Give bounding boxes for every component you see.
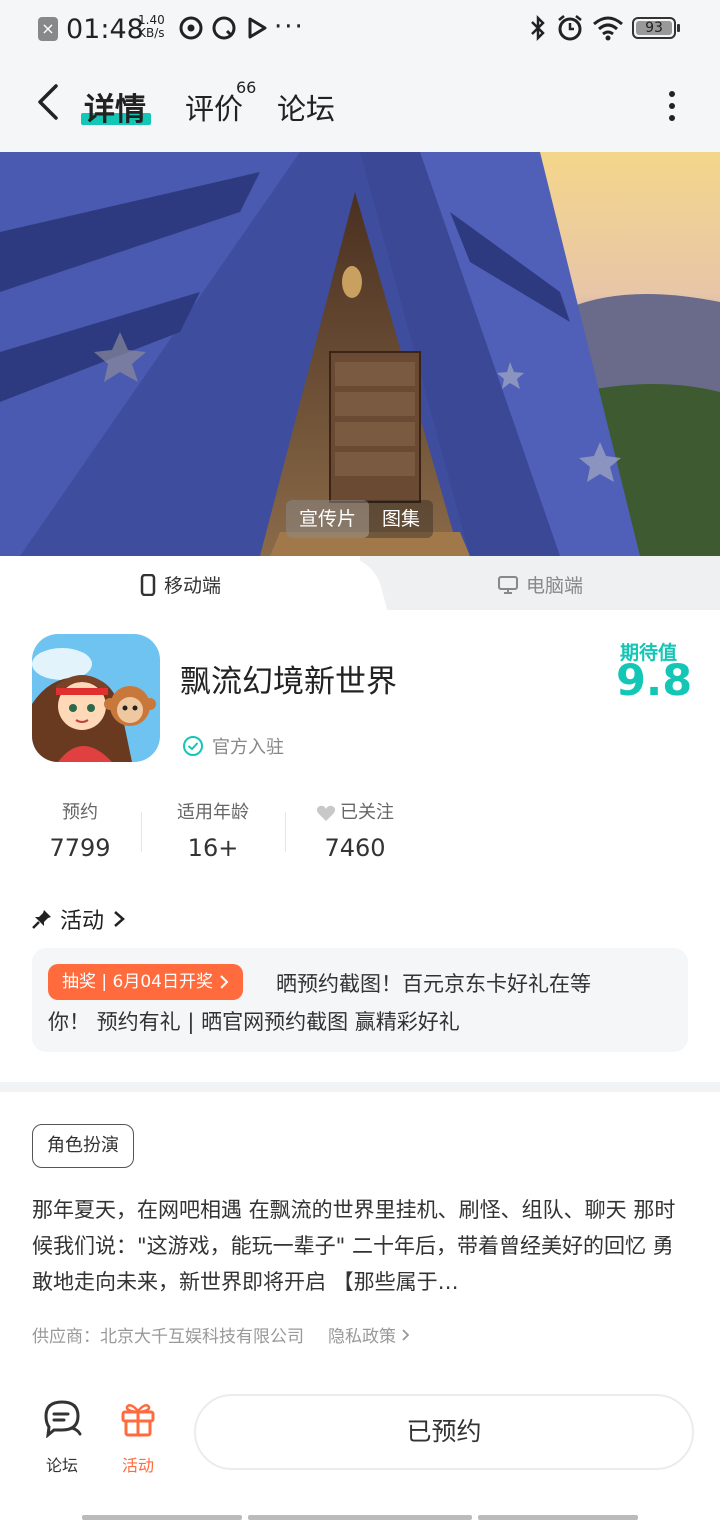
stat-reservations-value: 7799 <box>49 834 111 862</box>
activity-heading: 活动 <box>60 909 105 934</box>
bottom-forum-button[interactable]: 论坛 <box>32 1398 92 1476</box>
battery-level: 93 <box>645 20 663 36</box>
video-notification-icon <box>248 17 267 39</box>
tab-promo-video[interactable]: 宣传片 <box>286 500 370 538</box>
stat-followers-label: 已关注 <box>340 802 394 823</box>
tab-pc[interactable]: 电脑端 <box>498 571 583 598</box>
bottom-activity-label: 活动 <box>121 1456 154 1475</box>
heart-icon <box>316 805 336 821</box>
review-count-badge: 66 <box>236 78 257 97</box>
promo-video[interactable] <box>0 152 720 556</box>
bottom-forum-label: 论坛 <box>45 1456 78 1475</box>
platform-tabs: 移动端 电脑端 <box>0 556 720 610</box>
more-options-icon[interactable] <box>662 88 682 124</box>
expect-value: 9.8 <box>616 656 693 706</box>
app-notification-icon <box>179 16 203 40</box>
tab-forum[interactable]: 论坛 <box>277 86 335 128</box>
app-icon <box>32 634 160 762</box>
gift-icon <box>121 1403 155 1437</box>
verified-check-icon <box>183 736 203 756</box>
stat-age-label: 适用年龄 <box>177 802 249 823</box>
genre-tag[interactable]: 角色扮演 <box>32 1124 134 1168</box>
privacy-policy-link[interactable]: 隐私政策 <box>328 1322 411 1347</box>
top-nav: 详情 评价 66 论坛 <box>0 60 720 152</box>
alarm-icon <box>558 15 582 41</box>
stat-reservations-label: 预约 <box>62 802 98 823</box>
battery-indicator: 93 <box>632 17 680 39</box>
game-description[interactable]: 那年夏天，在网吧相遇 在飘流的世界里挂机、刷怪、组队、聊天 那时候我们说："这游… <box>32 1192 692 1300</box>
tab-gallery[interactable]: 图集 <box>369 500 433 538</box>
bottom-activity-button[interactable]: 活动 <box>108 1398 168 1476</box>
lottery-tag: 抽奖 | 6月04日开奖 <box>48 964 243 1000</box>
official-badge: 官方入驻 <box>182 733 284 759</box>
tab-mobile[interactable]: 移动端 <box>140 571 221 598</box>
activity-header[interactable]: 活动 <box>32 903 126 935</box>
back-arrow-icon[interactable] <box>34 82 64 122</box>
monitor-icon <box>498 575 518 594</box>
home-indicator <box>82 1515 242 1520</box>
stat-age-value: 16+ <box>187 834 239 862</box>
stat-age: 适用年龄 16+ <box>158 800 268 862</box>
tab-details[interactable]: 详情 <box>84 84 146 129</box>
activity-text-line2: 你！ 预约有礼 | 晒官网预约截图 赢精彩好礼 <box>48 1010 460 1034</box>
supplier-row: 供应商：北京大千互娱科技有限公司 隐私政策 <box>32 1322 411 1347</box>
stat-followers-value: 7460 <box>324 834 386 862</box>
app-name: 飘流幻境新世界 <box>180 664 397 700</box>
stat-reservations: 预约 7799 <box>32 800 128 862</box>
activity-card[interactable]: 抽奖 | 6月04日开奖 晒预约截图！百元京东卡好礼在等 你！ 预约有礼 | 晒… <box>32 948 688 1052</box>
tab-pc-label: 电脑端 <box>526 575 584 597</box>
official-label: 官方入驻 <box>212 737 284 758</box>
reserved-button[interactable]: 已预约 <box>194 1394 694 1470</box>
home-indicator <box>248 1515 472 1520</box>
pin-icon <box>32 910 51 929</box>
forum-icon <box>44 1400 82 1439</box>
promo-video-frame <box>0 152 720 556</box>
tab-reviews[interactable]: 评价 <box>185 86 243 128</box>
tab-mobile-label: 移动端 <box>164 575 222 597</box>
bluetooth-icon <box>531 14 545 42</box>
tag-chevron-icon <box>220 975 229 989</box>
supplier-text: 供应商：北京大千互娱科技有限公司 <box>32 1327 304 1347</box>
network-speed: 1.40 KB/s <box>138 14 165 40</box>
bottom-bar: 论坛 活动 已预约 <box>0 1370 720 1520</box>
privacy-chevron-icon <box>402 1329 410 1341</box>
status-bar: × 01:48 1.40 KB/s ··· 93 <box>0 0 720 60</box>
phone-icon <box>140 573 156 596</box>
more-notifications-icon: ··· <box>274 12 305 42</box>
network-speed-unit: KB/s <box>138 26 165 40</box>
wifi-icon <box>593 16 623 41</box>
home-indicator <box>478 1515 638 1520</box>
media-switcher: 宣传片 图集 <box>286 500 434 538</box>
privacy-policy-label: 隐私政策 <box>328 1327 396 1347</box>
notification-close-icon: × <box>38 17 58 41</box>
chevron-right-icon <box>114 911 125 927</box>
stat-followers[interactable]: 已关注 7460 <box>300 800 410 862</box>
qq-notification-icon <box>212 16 236 40</box>
status-time: 01:48 <box>66 14 144 45</box>
lottery-tag-label: 抽奖 | 6月04日开奖 <box>62 972 213 992</box>
section-divider <box>0 1082 720 1092</box>
activity-text-line1: 晒预约截图！百元京东卡好礼在等 <box>276 972 591 996</box>
